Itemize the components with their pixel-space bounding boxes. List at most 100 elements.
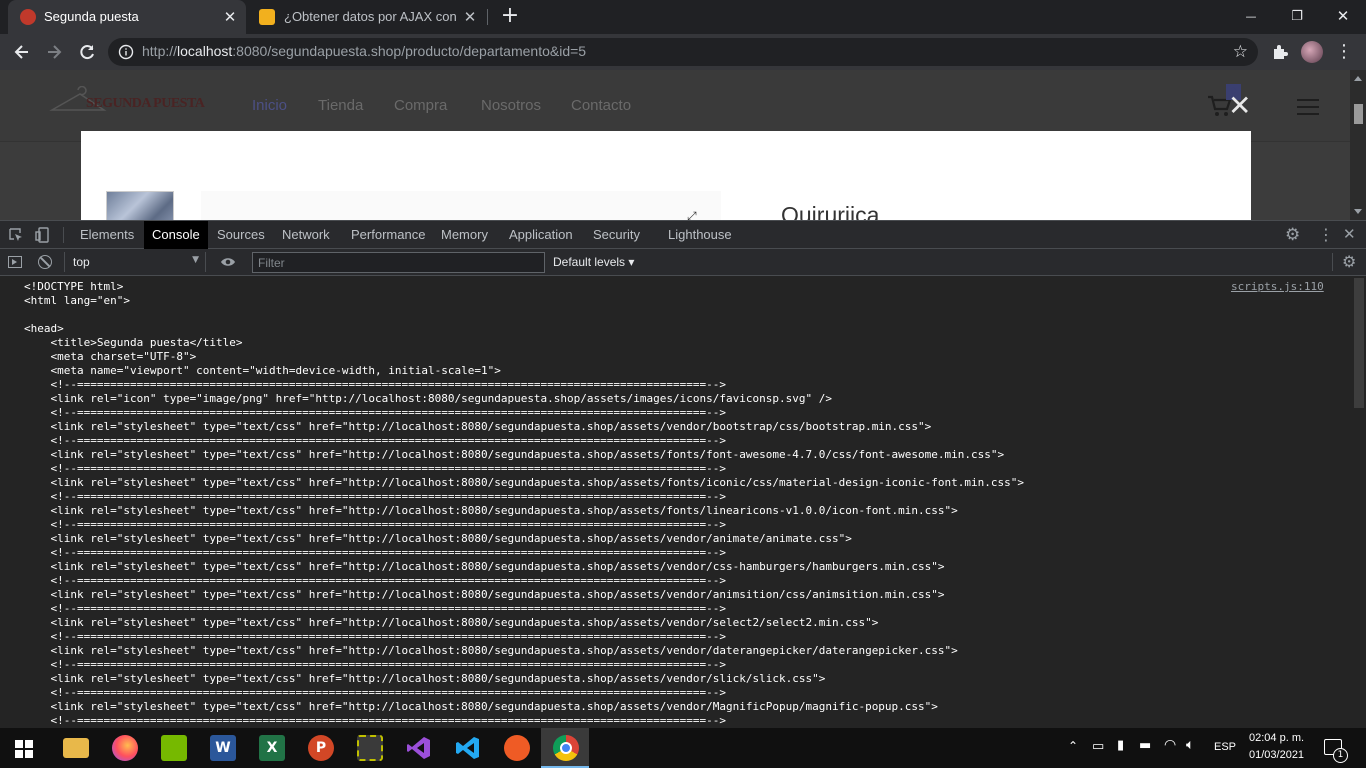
maximize-button[interactable]: ❐: [1274, 0, 1320, 32]
word-icon[interactable]: W: [210, 735, 236, 761]
filter-input[interactable]: Filter: [252, 252, 545, 273]
clear-console-icon[interactable]: [38, 255, 52, 269]
site-favicon-icon: [20, 9, 36, 25]
devtools-more-icon[interactable]: ⋮: [1318, 225, 1334, 244]
console-scroll-thumb[interactable]: [1354, 278, 1364, 408]
source-link[interactable]: scripts.js:110: [1231, 280, 1324, 293]
console-line: <link rel="stylesheet" type="text/css" h…: [24, 560, 945, 573]
devtools-tab-performance[interactable]: Performance: [351, 221, 425, 249]
log-levels-dropdown[interactable]: Default levels ▾: [553, 255, 634, 269]
snipping-tool-icon[interactable]: [357, 735, 383, 761]
reload-icon: [80, 45, 94, 60]
product-main-image: [201, 191, 721, 220]
devtools-tab-memory[interactable]: Memory: [441, 221, 488, 249]
browser-tab-segunda-puesta[interactable]: Segunda puesta ✕: [8, 0, 246, 34]
language-indicator[interactable]: ESP: [1214, 741, 1236, 753]
console-line: <link rel="stylesheet" type="text/css" h…: [24, 588, 945, 601]
console-line: <head>: [24, 322, 64, 335]
back-button[interactable]: [12, 42, 32, 62]
site-logo[interactable]: SEGUNDA PUESTA: [48, 84, 205, 124]
tab-title: Segunda puesta: [44, 9, 139, 24]
postman-icon[interactable]: [504, 735, 530, 761]
close-tab-icon[interactable]: ✕: [222, 9, 238, 25]
devtools-panel: Elements Console Sources Network Perform…: [0, 220, 1366, 728]
microphone-icon[interactable]: ▮: [1117, 738, 1124, 753]
show-sidebar-icon[interactable]: [8, 256, 22, 268]
devtools-close-icon[interactable]: ✕: [1343, 225, 1356, 243]
context-selector[interactable]: top ▼: [64, 252, 206, 272]
firefox-icon[interactable]: [112, 735, 138, 761]
vscode-icon[interactable]: [455, 735, 481, 761]
reload-button[interactable]: [77, 42, 97, 62]
scroll-down-arrow[interactable]: [1354, 209, 1362, 214]
devtools-tab-sources[interactable]: Sources: [217, 221, 265, 249]
inspect-element-icon[interactable]: [9, 228, 23, 242]
tab-separator: [487, 9, 488, 25]
meet-now-icon[interactable]: ▭: [1092, 739, 1104, 754]
url-path: :8080/segundapuesta.shop/producto/depart…: [232, 43, 587, 59]
file-explorer-icon[interactable]: [63, 738, 89, 758]
new-tab-button[interactable]: +: [499, 4, 521, 28]
nvidia-icon[interactable]: [161, 735, 187, 761]
info-icon[interactable]: [118, 44, 134, 60]
nav-tienda[interactable]: Tienda: [318, 97, 363, 114]
page-scrollbar[interactable]: [1350, 70, 1366, 220]
console-line: <!--====================================…: [24, 462, 726, 475]
devtools-tab-lighthouse[interactable]: Lighthouse: [668, 221, 732, 249]
extensions-icon[interactable]: [1271, 43, 1289, 61]
volume-icon[interactable]: 🔈︎: [1186, 737, 1194, 753]
console-line: <meta name="viewport" content="width=dev…: [24, 364, 501, 377]
clock-time[interactable]: 02:04 p. m.: [1249, 732, 1304, 744]
nav-contacto[interactable]: Contacto: [571, 97, 631, 114]
devtools-tab-application[interactable]: Application: [509, 221, 573, 249]
stackoverflow-favicon-icon: [259, 9, 275, 25]
close-modal-icon[interactable]: ✕: [1228, 92, 1251, 120]
product-thumbnail[interactable]: [106, 191, 174, 220]
chrome-icon[interactable]: [553, 735, 579, 761]
console-line: <html lang="en">: [24, 294, 130, 307]
expand-icon[interactable]: ⤢: [687, 209, 697, 220]
devtools-tab-elements[interactable]: Elements: [80, 221, 134, 249]
address-bar[interactable]: http://localhost:8080/segundapuesta.shop…: [108, 38, 1258, 66]
clock-date[interactable]: 01/03/2021: [1249, 749, 1304, 761]
live-expression-eye-icon[interactable]: [220, 256, 236, 268]
minimize-button[interactable]: —: [1228, 0, 1274, 32]
visual-studio-icon[interactable]: [406, 735, 432, 761]
profile-avatar[interactable]: [1301, 41, 1323, 63]
hamburger-menu-icon[interactable]: [1297, 99, 1319, 115]
nav-inicio[interactable]: Inicio: [252, 97, 287, 114]
close-window-button[interactable]: ✕: [1320, 0, 1366, 32]
devtools-tab-security[interactable]: Security: [593, 221, 640, 249]
filter-placeholder: Filter: [258, 256, 285, 270]
devtools-settings-icon[interactable]: ⚙: [1285, 225, 1300, 245]
nav-nosotros[interactable]: Nosotros: [481, 97, 541, 114]
show-hidden-icons[interactable]: ⌃: [1068, 739, 1078, 753]
bookmark-star-icon[interactable]: ☆: [1233, 42, 1248, 62]
windows-start-icon[interactable]: [15, 740, 33, 758]
console-line: <!--====================================…: [24, 602, 726, 615]
nav-compra[interactable]: Compra: [394, 97, 447, 114]
devtools-tab-network[interactable]: Network: [282, 221, 330, 249]
logo-text: SEGUNDA PUESTA: [86, 96, 205, 111]
console-settings-icon[interactable]: ⚙: [1342, 252, 1356, 271]
console-line: <!--====================================…: [24, 378, 726, 391]
device-toolbar-icon[interactable]: [35, 227, 51, 243]
context-label: top: [73, 255, 90, 269]
close-tab-icon[interactable]: ✕: [462, 9, 478, 25]
console-line: <!--====================================…: [24, 546, 726, 559]
forward-button[interactable]: [44, 42, 64, 62]
url-text: http://localhost:8080/segundapuesta.shop…: [142, 43, 586, 59]
excel-icon[interactable]: X: [259, 735, 285, 761]
browser-menu-icon[interactable]: ⋮: [1335, 40, 1353, 64]
console-scrollbar[interactable]: [1352, 276, 1366, 728]
console-line: <!DOCTYPE html>: [24, 280, 124, 293]
scroll-thumb[interactable]: [1354, 104, 1363, 124]
wifi-icon[interactable]: ◠: [1164, 737, 1176, 753]
powerpoint-icon[interactable]: P: [308, 735, 334, 761]
scroll-up-arrow[interactable]: [1354, 76, 1362, 81]
battery-icon[interactable]: ▬: [1139, 738, 1151, 753]
devtools-tab-console[interactable]: Console: [144, 221, 208, 249]
url-prefix: http://: [142, 43, 178, 59]
console-line: <link rel="icon" type="image/png" href="…: [24, 392, 832, 405]
browser-tab-ajax[interactable]: ¿Obtener datos por AJAX con el c ✕: [250, 0, 486, 34]
